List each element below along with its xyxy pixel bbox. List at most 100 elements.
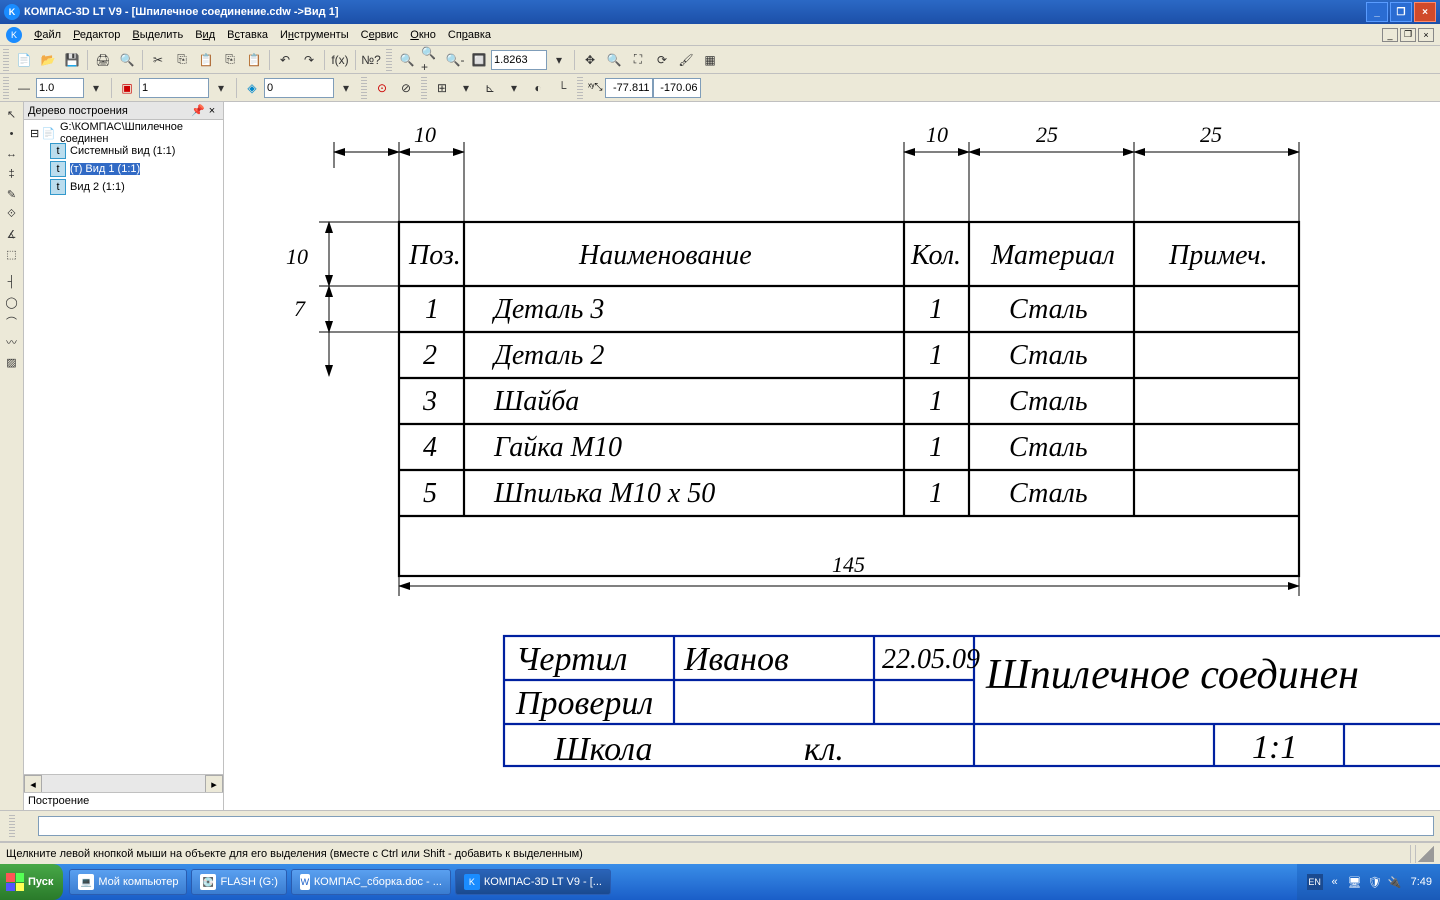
preview-button[interactable]: 🔍 — [116, 49, 138, 71]
redo-button[interactable]: ↷ — [298, 49, 320, 71]
show-all-button[interactable]: ▦ — [699, 49, 721, 71]
hatch-tool[interactable]: ▨ — [2, 352, 22, 372]
print-button[interactable]: 🖨 — [92, 49, 114, 71]
toolbar-grip[interactable] — [421, 77, 427, 99]
dropdown-icon[interactable]: ▾ — [548, 49, 570, 71]
dropdown-icon[interactable]: ▾ — [455, 77, 477, 99]
scale-input[interactable] — [36, 78, 84, 98]
drawing-canvas[interactable]: .tk { stroke:#000; stroke-width:2.2; fil… — [224, 102, 1440, 810]
save-button[interactable]: 💾 — [61, 49, 83, 71]
maximize-button[interactable]: ❐ — [1390, 2, 1412, 22]
menu-window[interactable]: Окно — [404, 27, 442, 43]
zoom-in-button[interactable]: 🔍+ — [420, 49, 442, 71]
line-style-button[interactable]: — — [13, 77, 35, 99]
param-tool[interactable]: ⟐ — [2, 204, 22, 224]
toolbar-grip[interactable] — [577, 77, 583, 99]
layer-input[interactable] — [139, 78, 209, 98]
tray-chevron-icon[interactable]: « — [1327, 874, 1343, 890]
states-button[interactable]: ◈ — [241, 77, 263, 99]
close-button[interactable]: × — [1414, 2, 1436, 22]
coord-y-input[interactable] — [653, 78, 701, 98]
resize-grip-icon[interactable] — [1418, 846, 1434, 862]
toolbar-grip[interactable] — [3, 49, 9, 71]
tray-icon[interactable]: 🛡 — [1367, 874, 1383, 890]
coord-button[interactable]: └ — [551, 77, 573, 99]
lang-indicator[interactable]: EN — [1307, 874, 1323, 890]
snap-off-button[interactable]: ⊘ — [395, 77, 417, 99]
pin-icon[interactable]: 📌 — [191, 104, 205, 118]
zoom-out-button[interactable]: 🔍- — [444, 49, 466, 71]
dropdown-icon[interactable]: ▾ — [503, 77, 525, 99]
mdi-close-button[interactable]: × — [1418, 28, 1434, 42]
grid-button[interactable]: ⊞ — [431, 77, 453, 99]
taskbar-item[interactable]: KКОМПАС-3D LT V9 - [... — [455, 869, 611, 895]
copy-props-button[interactable]: ⎘ — [219, 49, 241, 71]
mdi-minimize-button[interactable]: _ — [1382, 28, 1398, 42]
circle-tool[interactable]: ◯ — [2, 292, 22, 312]
open-button[interactable]: 📂 — [37, 49, 59, 71]
taskbar-item[interactable]: 💽FLASH (G:) — [191, 869, 286, 895]
menu-insert[interactable]: Вставка — [221, 27, 274, 43]
panel-scrollbar[interactable]: ◂ ▸ — [24, 774, 223, 792]
toolbar-grip[interactable] — [361, 77, 367, 99]
measure-tool[interactable]: ∡ — [2, 224, 22, 244]
copy-button[interactable]: ⎘ — [171, 49, 193, 71]
spline-tool[interactable]: 〰 — [2, 332, 22, 352]
ortho-button[interactable]: ⊾ — [479, 77, 501, 99]
tree-item[interactable]: t Вид 2 (1:1) — [26, 178, 221, 196]
line-tool[interactable]: ┤ — [2, 272, 22, 292]
undo-button[interactable]: ↶ — [274, 49, 296, 71]
coord-x-input[interactable] — [605, 78, 653, 98]
command-input[interactable] — [38, 816, 1434, 836]
dropdown-icon[interactable]: ▾ — [210, 77, 232, 99]
refresh-button[interactable]: ⟳ — [651, 49, 673, 71]
taskbar-item[interactable]: 💻Мой компьютер — [69, 869, 187, 895]
dimension-tool[interactable]: ↔ — [2, 144, 22, 164]
tree-root[interactable]: ⊟ 📄 G:\КОМПАС\Шпилечное соединен — [26, 124, 221, 142]
snap-toggle-button[interactable]: ⊙ — [371, 77, 393, 99]
panel-tab[interactable]: Построение — [24, 792, 223, 810]
toolbar-grip[interactable] — [3, 77, 9, 99]
redraw-button[interactable]: 🖌 — [675, 49, 697, 71]
zoom-all-button[interactable]: ⛶ — [627, 49, 649, 71]
toolbar-grip[interactable] — [386, 49, 392, 71]
text-tool[interactable]: ‡ — [2, 164, 22, 184]
start-button[interactable]: Пуск — [0, 864, 63, 900]
pan-button[interactable]: ✥ — [579, 49, 601, 71]
menu-file[interactable]: Файл — [28, 27, 67, 43]
edit-tool[interactable]: ✎ — [2, 184, 22, 204]
taskbar-item[interactable]: WКОМПАС_сборка.doc - ... — [291, 869, 451, 895]
round-button[interactable]: ◐ — [527, 77, 549, 99]
tray-icon[interactable]: 🖥 — [1347, 874, 1363, 890]
zoom-input[interactable] — [491, 50, 547, 70]
select-tool[interactable]: ⬚ — [2, 244, 22, 264]
paste-button[interactable]: 📋 — [195, 49, 217, 71]
model-tree[interactable]: ⊟ 📄 G:\КОМПАС\Шпилечное соединен t Систе… — [24, 120, 223, 774]
dropdown-icon[interactable]: ▾ — [335, 77, 357, 99]
menu-tools[interactable]: Инструменты — [274, 27, 355, 43]
geometry-tool[interactable]: ↖ — [2, 104, 22, 124]
menu-select[interactable]: Выделить — [126, 27, 189, 43]
cut-button[interactable]: ✂ — [147, 49, 169, 71]
menu-edit[interactable]: Редактор — [67, 27, 126, 43]
layers-button[interactable]: ▣ — [116, 77, 138, 99]
zoom-prev-button[interactable]: 🔍 — [603, 49, 625, 71]
state-input[interactable] — [264, 78, 334, 98]
minimize-button[interactable]: _ — [1366, 2, 1388, 22]
menu-service[interactable]: Сервис — [355, 27, 405, 43]
paste-props-button[interactable]: 📋 — [243, 49, 265, 71]
toolbar-grip[interactable] — [9, 815, 15, 837]
dropdown-icon[interactable]: ▾ — [85, 77, 107, 99]
zoom-window-button[interactable]: 🔲 — [468, 49, 490, 71]
menu-view[interactable]: Вид — [189, 27, 221, 43]
tray-icon[interactable]: 🔌 — [1387, 874, 1403, 890]
variables-button[interactable]: f(x) — [329, 49, 351, 71]
mdi-restore-button[interactable]: ❐ — [1400, 28, 1416, 42]
doc-icon[interactable]: K — [6, 27, 22, 43]
scroll-right-icon[interactable]: ▸ — [205, 775, 223, 793]
clock[interactable]: 7:49 — [1411, 876, 1432, 888]
point-tool[interactable]: • — [2, 124, 22, 144]
zoom-fit-button[interactable]: 🔍 — [396, 49, 418, 71]
tree-item[interactable]: t (т) Вид 1 (1:1) — [26, 160, 221, 178]
arc-tool[interactable]: ⌒ — [2, 312, 22, 332]
